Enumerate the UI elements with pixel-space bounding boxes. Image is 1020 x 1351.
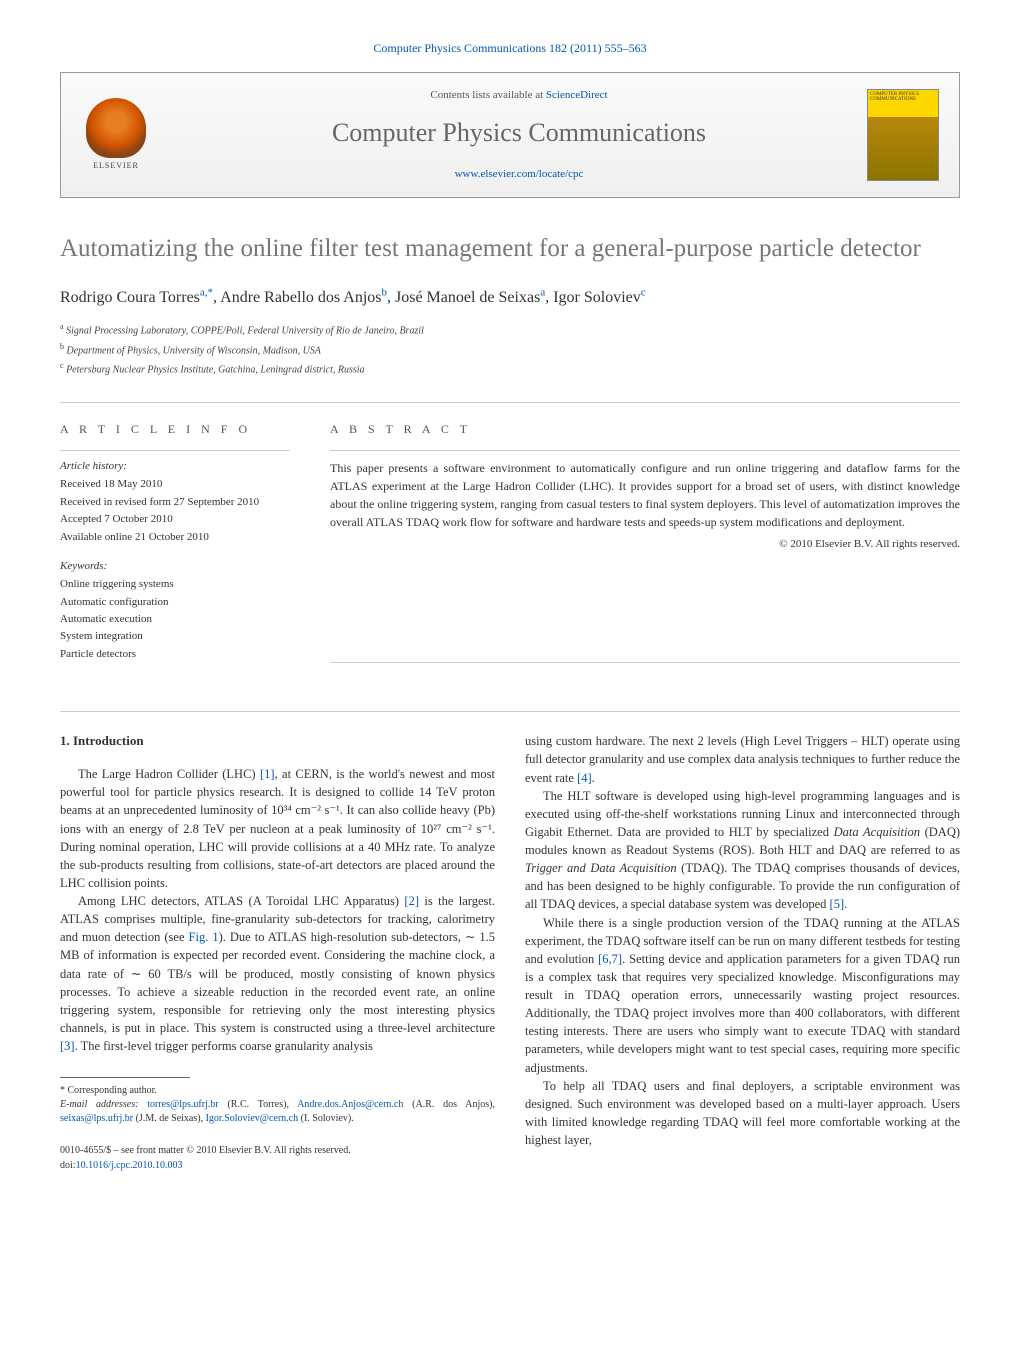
history-received: Received 18 May 2010 xyxy=(60,477,290,492)
email-2[interactable]: seixas@lps.ufrj.br xyxy=(60,1113,133,1124)
ref-3[interactable]: [3] xyxy=(60,1039,75,1053)
keyword-4: Particle detectors xyxy=(60,647,290,662)
elsevier-tree-icon xyxy=(86,98,146,158)
ref-5[interactable]: [5] xyxy=(830,897,845,911)
right-column: using custom hardware. The next 2 levels… xyxy=(525,732,960,1173)
divider xyxy=(60,402,960,403)
issn-line: 0010-4655/$ – see front matter © 2010 El… xyxy=(60,1144,495,1159)
left-column: 1. Introduction The Large Hadron Collide… xyxy=(60,732,495,1173)
ref-4[interactable]: [4] xyxy=(577,771,592,785)
publisher-logo: ELSEVIER xyxy=(81,96,151,174)
para-1: The Large Hadron Collider (LHC) [1], at … xyxy=(60,765,495,892)
ref-6-7[interactable]: [6,7] xyxy=(598,952,622,966)
article-title: Automatizing the online filter test mana… xyxy=(60,233,960,266)
para-r1: using custom hardware. The next 2 levels… xyxy=(525,732,960,786)
corr-label: * Corresponding author. xyxy=(60,1084,495,1098)
article-info-heading: A R T I C L E I N F O xyxy=(60,421,290,438)
bottom-meta: 0010-4655/$ – see front matter © 2010 El… xyxy=(60,1144,495,1173)
publisher-name: ELSEVIER xyxy=(93,160,139,171)
author-0: Rodrigo Coura Torresa,* xyxy=(60,289,213,306)
citation-line: Computer Physics Communications 182 (201… xyxy=(60,40,960,57)
journal-url[interactable]: www.elsevier.com/locate/cpc xyxy=(455,168,584,180)
journal-header: ELSEVIER Contents lists available at Sci… xyxy=(60,72,960,198)
abstract-section: A B S T R A C T This paper presents a so… xyxy=(330,421,960,681)
history-revised: Received in revised form 27 September 20… xyxy=(60,495,290,510)
email-0[interactable]: torres@lps.ufrj.br xyxy=(147,1099,218,1110)
contents-available: Contents lists available at ScienceDirec… xyxy=(171,88,867,103)
para-r3: While there is a single production versi… xyxy=(525,914,960,1077)
ref-2[interactable]: [2] xyxy=(404,894,419,908)
para-2: Among LHC detectors, ATLAS (A Toroidal L… xyxy=(60,892,495,1055)
citation-link[interactable]: Computer Physics Communications 182 (201… xyxy=(373,41,646,55)
affiliation-b: b Department of Physics, University of W… xyxy=(60,341,960,358)
history-accepted: Accepted 7 October 2010 xyxy=(60,512,290,527)
abstract-heading: A B S T R A C T xyxy=(330,421,960,438)
journal-title: Computer Physics Communications xyxy=(171,115,867,151)
abstract-text: This paper presents a software environme… xyxy=(330,459,960,531)
keywords-label: Keywords: xyxy=(60,559,290,574)
ref-1[interactable]: [1] xyxy=(260,767,275,781)
fig-1-link[interactable]: Fig. 1 xyxy=(189,930,219,944)
keyword-1: Automatic configuration xyxy=(60,595,290,610)
contents-prefix: Contents lists available at xyxy=(430,89,545,101)
keyword-3: System integration xyxy=(60,629,290,644)
affiliations: a Signal Processing Laboratory, COPPE/Po… xyxy=(60,321,960,377)
para-r2: The HLT software is developed using high… xyxy=(525,787,960,914)
author-list: Rodrigo Coura Torresa,*, Andre Rabello d… xyxy=(60,285,960,309)
doi-label: doi: xyxy=(60,1160,76,1171)
keyword-2: Automatic execution xyxy=(60,612,290,627)
para-r4: To help all TDAQ users and final deploye… xyxy=(525,1077,960,1150)
article-info-sidebar: A R T I C L E I N F O Article history: R… xyxy=(60,421,290,681)
email-1[interactable]: Andre.dos.Anjos@cern.ch xyxy=(297,1099,403,1110)
cover-text: COMPUTER PHYSICS COMMUNICATIONS xyxy=(868,90,938,105)
section-1-heading: 1. Introduction xyxy=(60,732,495,751)
sciencedirect-link[interactable]: ScienceDirect xyxy=(546,89,608,101)
author-3: Igor Solovievc xyxy=(553,289,645,306)
corresponding-author: * Corresponding author. E-mail addresses… xyxy=(60,1084,495,1126)
journal-cover-thumbnail: COMPUTER PHYSICS COMMUNICATIONS xyxy=(867,89,939,181)
email-addresses: E-mail addresses: torres@lps.ufrj.br (R.… xyxy=(60,1098,495,1126)
affiliation-c: c Petersburg Nuclear Physics Institute, … xyxy=(60,360,960,377)
email-3[interactable]: Igor.Soloviev@cern.ch xyxy=(206,1113,299,1124)
author-1: Andre Rabello dos Anjosb xyxy=(220,289,387,306)
author-2: José Manoel de Seixasa xyxy=(395,289,545,306)
keyword-0: Online triggering systems xyxy=(60,577,290,592)
affiliation-a: a Signal Processing Laboratory, COPPE/Po… xyxy=(60,321,960,338)
history-online: Available online 21 October 2010 xyxy=(60,530,290,545)
doi-link[interactable]: 10.1016/j.cpc.2010.10.003 xyxy=(76,1160,183,1171)
footnote-divider xyxy=(60,1077,190,1078)
history-label: Article history: xyxy=(60,459,290,474)
abstract-copyright: © 2010 Elsevier B.V. All rights reserved… xyxy=(330,537,960,552)
body-text: 1. Introduction The Large Hadron Collide… xyxy=(60,732,960,1173)
